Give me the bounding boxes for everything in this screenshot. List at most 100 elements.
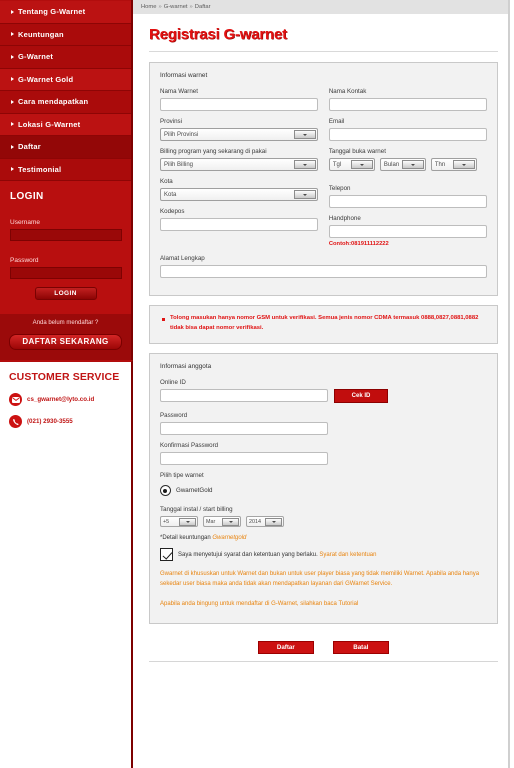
sidebar-item-testimonial[interactable]: Testimonial: [0, 158, 131, 181]
tanggal-buka-year-value: Thn: [434, 161, 446, 168]
chevron-down-icon: [401, 160, 424, 169]
terms-checkbox[interactable]: [160, 548, 173, 562]
chevron-down-icon: [222, 518, 239, 526]
billing-program-select[interactable]: Pilih Billing: [160, 158, 318, 171]
customer-service-title: CUSTOMER SERVICE: [9, 371, 120, 383]
register-panel: Anda belum mendaftar ? DAFTAR SEKARANG: [0, 314, 133, 360]
terms-agreement-row: Saya menyetujui syarat dan ketentuan yan…: [160, 548, 487, 562]
tanggal-buka-day-value: Tgl: [332, 161, 342, 168]
billing-program-label: Billing program yang sekarang di pakai: [160, 148, 267, 155]
nama-warnet-input[interactable]: [160, 98, 318, 111]
breadcrumb-item-daftar: Daftar: [194, 4, 211, 10]
kodepos-label: Kodepos: [160, 208, 185, 215]
tanggal-instal-year-select[interactable]: 2014: [246, 516, 284, 528]
tanggal-buka-year-select[interactable]: Thn: [430, 158, 477, 171]
kota-select[interactable]: Kota: [160, 188, 318, 201]
kota-selected-value: Kota: [164, 191, 177, 198]
right-edge-strip: [508, 0, 514, 768]
handphone-hint: Contoh:081911112222: [328, 241, 389, 247]
sidebar-item-label: Daftar: [18, 142, 41, 152]
register-now-button[interactable]: DAFTAR SEKARANG: [9, 334, 122, 350]
chevron-down-icon: [452, 160, 475, 169]
telepon-input[interactable]: [328, 195, 487, 208]
email-label: Email: [328, 118, 345, 125]
customer-service-phone-row[interactable]: (021) 2930-3555: [9, 415, 122, 428]
chevron-down-icon: [179, 518, 196, 526]
submit-daftar-button[interactable]: Daftar: [257, 641, 314, 655]
nama-kontak-label: Nama Kontak: [328, 88, 367, 95]
page-root: Tentang G-Warnet Keuntungan G-Warnet G-W…: [0, 0, 514, 768]
sidebar-item-lokasi-g-warnet[interactable]: Lokasi G-Warnet: [0, 113, 131, 136]
radio-gwarnetgold[interactable]: [160, 485, 171, 497]
register-question: Anda belum mendaftar ?: [32, 320, 99, 326]
chevron-down-icon: [350, 160, 373, 169]
chevron-down-icon: [293, 160, 316, 169]
phone-icon: [9, 415, 22, 428]
sidebar-item-label: Cara mendapatkan: [18, 97, 89, 107]
password-input[interactable]: [10, 267, 122, 279]
sidebar-item-daftar[interactable]: Daftar: [0, 136, 131, 159]
tanggal-buka-day-select[interactable]: Tgl: [328, 158, 375, 171]
terms-text-body: Saya menyetujui syarat dan ketentuan yan…: [178, 551, 320, 558]
sidebar-item-cara-mendapatkan[interactable]: Cara mendapatkan: [0, 91, 131, 114]
telepon-label: Telepon: [328, 185, 351, 192]
cek-id-button[interactable]: Cek ID: [334, 389, 388, 404]
tipe-warnet-label: Pilih tipe warnet: [160, 472, 204, 480]
sidebar-item-g-warnet[interactable]: G-Warnet: [0, 46, 131, 69]
sidebar-item-keuntungan[interactable]: Keuntungan: [0, 23, 131, 46]
tanggal-buka-group: Tgl Bulan Thn: [328, 158, 487, 178]
username-input[interactable]: [10, 229, 122, 241]
anggota-password-label: Password: [160, 412, 188, 420]
bullet-icon: [11, 144, 14, 149]
sidebar-item-label: Keuntungan: [18, 29, 64, 39]
notice-panel: Tolong masukan hanya nomor GSM untuk ver…: [149, 305, 498, 345]
nama-kontak-input[interactable]: [328, 98, 487, 111]
sidebar-item-label: G-Warnet: [18, 52, 54, 62]
tanggal-instal-day-value: +5: [163, 518, 170, 525]
sidebar-item-label: Testimonial: [18, 164, 62, 174]
login-button[interactable]: LOGIN: [34, 287, 97, 300]
customer-service-email: cs_gwarnet@lyto.co.id: [27, 396, 95, 403]
anggota-password-input[interactable]: [160, 422, 328, 436]
email-input[interactable]: [328, 128, 487, 141]
tanggal-instal-month-select[interactable]: Mar: [203, 516, 241, 528]
sidebar-item-g-warnet-gold[interactable]: G-Warnet Gold: [0, 68, 131, 91]
online-id-row: Cek ID: [160, 389, 487, 404]
login-panel: LOGIN Username Password LOGIN: [0, 181, 133, 314]
warnet-info-left-column: Nama Warnet Provinsi Pilih Provinsi Bill…: [160, 88, 318, 254]
handphone-label: Handphone: [328, 215, 361, 222]
bullet-icon: [11, 99, 14, 104]
sidebar-item-label: Tentang G-Warnet: [18, 7, 86, 17]
bullet-icon: [11, 167, 14, 172]
terms-text: Saya menyetujui syarat dan ketentuan yan…: [178, 552, 376, 558]
provinsi-select[interactable]: Pilih Provinsi: [160, 128, 318, 141]
bottom-divider: [149, 661, 498, 663]
username-label: Username: [10, 219, 40, 226]
bullet-icon: [11, 54, 14, 59]
breadcrumb-separator: »: [189, 4, 193, 10]
kodepos-input[interactable]: [160, 218, 318, 231]
sidebar-item-tentang-g-warnet[interactable]: Tentang G-Warnet: [0, 1, 131, 24]
tanggal-instal-month-value: Mar: [206, 518, 216, 525]
sidebar-nav: Tentang G-Warnet Keuntungan G-Warnet G-W…: [0, 0, 133, 181]
bullet-icon: [11, 122, 14, 127]
chevron-down-icon: [293, 130, 316, 139]
customer-service-email-row[interactable]: cs_gwarnet@lyto.co.id: [9, 393, 122, 406]
alamat-lengkap-input[interactable]: [160, 265, 487, 278]
breadcrumb-item-home[interactable]: Home: [141, 4, 156, 10]
cancel-batal-button[interactable]: Batal: [332, 641, 389, 655]
detail-keuntungan-prefix: *Detail keuntungan: [160, 535, 213, 542]
tutorial-link[interactable]: Tutorial: [338, 601, 358, 607]
konfirmasi-password-input[interactable]: [160, 452, 328, 466]
kota-label: Kota: [160, 178, 173, 185]
tanggal-buka-month-select[interactable]: Bulan: [379, 158, 426, 171]
nama-warnet-label: Nama Warnet: [160, 88, 198, 95]
bullet-icon: [11, 32, 14, 37]
online-id-input[interactable]: [160, 389, 328, 403]
breadcrumb: Home » G-warnet » Daftar: [133, 0, 508, 14]
handphone-input[interactable]: [328, 225, 487, 238]
tanggal-instal-day-select[interactable]: +5: [160, 516, 198, 528]
detail-keuntungan-link[interactable]: Gwarnetgold: [212, 535, 246, 541]
terms-link[interactable]: Syarat dan ketentuan: [319, 552, 376, 558]
breadcrumb-item-g-warnet[interactable]: G-warnet: [164, 4, 188, 10]
